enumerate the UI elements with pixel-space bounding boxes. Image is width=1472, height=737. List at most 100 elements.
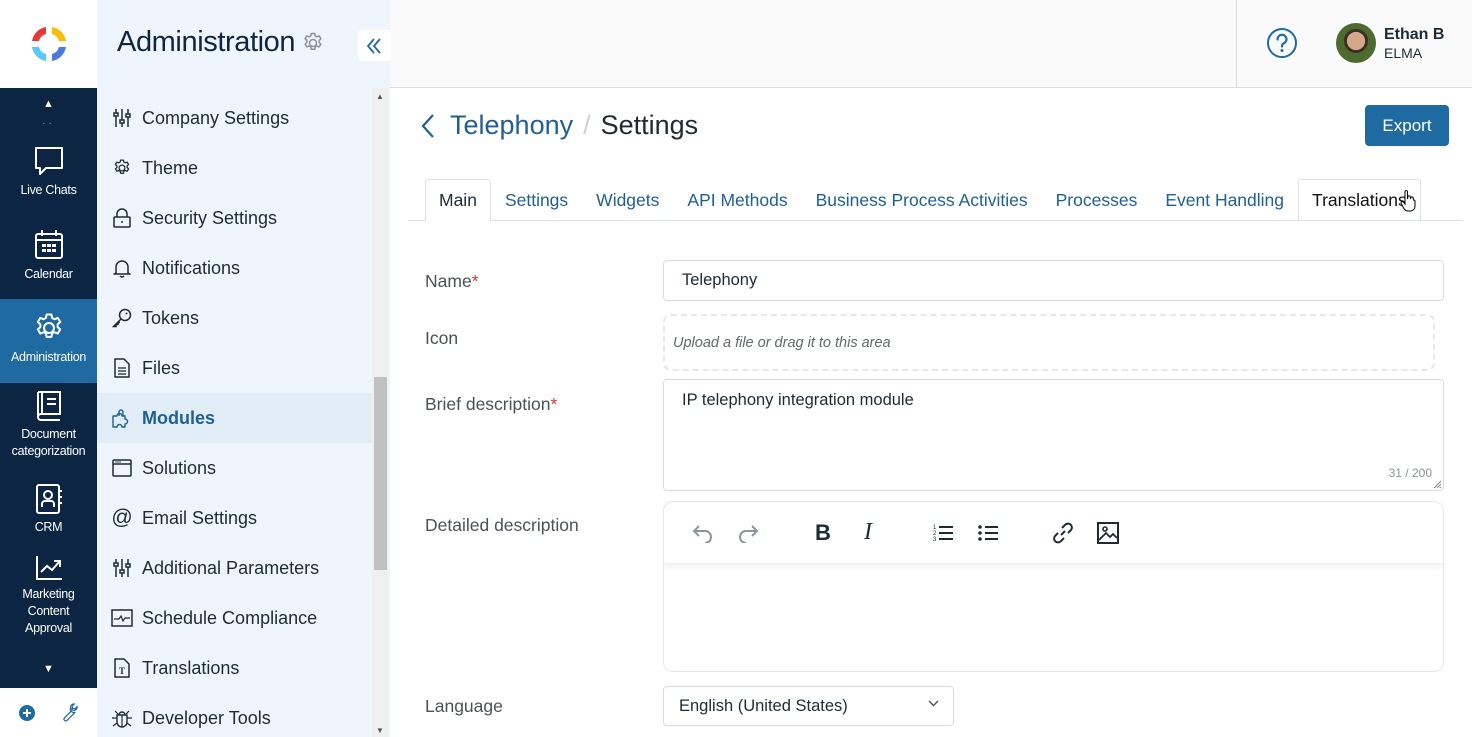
- nav-item-label: Calendar: [24, 267, 73, 281]
- tab-event-handling[interactable]: Event Handling: [1151, 179, 1298, 220]
- bold-button[interactable]: B: [806, 516, 840, 550]
- sidebar-item-developer-tools[interactable]: Developer Tools: [97, 693, 372, 737]
- puzzle-icon: [112, 409, 129, 428]
- sidebar-item-label: Additional Parameters: [142, 557, 320, 578]
- italic-icon: I: [864, 519, 872, 545]
- link-button[interactable]: [1046, 516, 1080, 550]
- breadcrumb-separator: /: [583, 110, 591, 140]
- at-sign-icon: @: [111, 506, 133, 529]
- sidebar-menu: Company Settings Theme Security Settings…: [97, 93, 372, 737]
- nav-item-document-categorization[interactable]: Document categorization: [0, 388, 97, 466]
- image-button[interactable]: [1091, 516, 1125, 550]
- character-counter: 31 / 200: [1388, 466, 1432, 480]
- sidebar-item-company-settings[interactable]: Company Settings: [97, 93, 372, 143]
- export-button[interactable]: Export: [1365, 105, 1449, 146]
- scroll-up-arrow[interactable]: ▲: [372, 92, 388, 101]
- nav-bottom-toolbar: [0, 688, 97, 737]
- sidebar-item-tokens[interactable]: Tokens: [97, 293, 372, 343]
- help-icon[interactable]: [1266, 27, 1298, 59]
- nav-item-administration[interactable]: Administration: [0, 299, 97, 383]
- add-circle-icon[interactable]: [18, 704, 36, 722]
- avatar: [1336, 23, 1376, 63]
- brief-label-text: Brief description: [425, 394, 551, 414]
- tab-api-methods[interactable]: API Methods: [673, 179, 801, 220]
- sidebar-item-label: Email Settings: [142, 507, 258, 528]
- logo[interactable]: [0, 0, 97, 88]
- collapse-sidebar-button[interactable]: [358, 30, 390, 61]
- tab-settings[interactable]: Settings: [491, 179, 582, 220]
- language-select[interactable]: English (United States): [663, 686, 954, 726]
- top-bar: Ethan B ELMA: [390, 0, 1472, 88]
- gear-icon[interactable]: [301, 31, 325, 55]
- icon-label: Icon: [425, 328, 459, 348]
- calendar-icon: [34, 230, 63, 259]
- tab-main[interactable]: Main: [425, 179, 491, 221]
- hand-cursor-icon: [1400, 190, 1416, 212]
- sidebar-item-email-settings[interactable]: @ Email Settings: [97, 493, 372, 543]
- nav-scroll-down[interactable]: ▼: [0, 663, 97, 675]
- redo-icon: [739, 524, 759, 543]
- lock-icon: [113, 208, 131, 228]
- required-mark: *: [550, 394, 558, 414]
- brief-description-value: IP telephony integration module: [682, 391, 914, 409]
- resize-handle-icon[interactable]: [1433, 480, 1442, 489]
- gear-icon: [114, 159, 130, 174]
- sidebar-item-additional-parameters[interactable]: Additional Parameters: [97, 543, 372, 593]
- svg-text:T: T: [119, 666, 125, 676]
- svg-text:3: 3: [933, 537, 937, 543]
- sidebar-item-label: Company Settings: [142, 107, 290, 128]
- user-org: ELMA: [1384, 44, 1423, 61]
- bullet-list-button[interactable]: [971, 516, 1005, 550]
- nav-item-marketing-content-approval[interactable]: Marketing Content Approval: [0, 554, 97, 644]
- chart-trend-icon: [35, 556, 62, 580]
- editor-toolbar: B I 123: [664, 502, 1443, 564]
- italic-button[interactable]: I: [851, 516, 885, 550]
- sidebar-header: Administration: [117, 26, 325, 59]
- nav-item-crm[interactable]: CRM: [0, 483, 97, 539]
- sidebar-item-label: Tokens: [142, 307, 200, 328]
- tab-business-process-activities[interactable]: Business Process Activities: [802, 179, 1042, 220]
- language-label: Language: [425, 696, 503, 716]
- scrollbar-thumb[interactable]: [374, 377, 387, 570]
- sidebar-scrollbar[interactable]: ▲ ▼: [372, 88, 388, 737]
- pulse-icon: [111, 609, 133, 627]
- sidebar-item-notifications[interactable]: Notifications: [97, 243, 372, 293]
- undo-button[interactable]: [686, 516, 720, 550]
- sliders-icon: [113, 559, 131, 577]
- breadcrumb-parent-link[interactable]: Telephony: [450, 110, 573, 141]
- bold-icon: B: [815, 519, 831, 545]
- brief-description-textarea[interactable]: IP telephony integration module 31 / 200: [663, 379, 1444, 491]
- sidebar-item-security-settings[interactable]: Security Settings: [97, 193, 372, 243]
- double-chevron-left-icon: [366, 37, 381, 54]
- language-select-value: English (United States): [679, 696, 848, 715]
- numbered-list-button[interactable]: 123: [926, 516, 960, 550]
- window-icon: [112, 459, 132, 477]
- nav-item-calendar[interactable]: Calendar: [0, 228, 97, 290]
- rich-text-editor[interactable]: B I 123: [663, 501, 1444, 672]
- nav-item-label: Administration: [11, 350, 86, 364]
- redo-button[interactable]: [731, 516, 765, 550]
- page-title: Settings: [600, 110, 699, 140]
- nav-item-live-chats[interactable]: Live Chats: [0, 144, 97, 206]
- tab-widgets[interactable]: Widgets: [582, 179, 673, 220]
- sidebar-item-translations[interactable]: T Translations: [97, 643, 372, 693]
- user-name: Ethan B: [1384, 25, 1445, 43]
- chevron-left-icon[interactable]: [418, 113, 438, 139]
- numbered-list-icon: 123: [933, 525, 953, 543]
- wrench-icon[interactable]: [57, 702, 79, 724]
- nav-scroll-up[interactable]: ▲: [0, 98, 97, 110]
- icon-upload-dropzone[interactable]: Upload a file or drag it to this area: [663, 314, 1435, 371]
- brief-description-label: Brief description*: [425, 394, 557, 415]
- user-menu[interactable]: Ethan B ELMA: [1336, 23, 1444, 63]
- sidebar-item-label: Files: [142, 357, 181, 378]
- name-input[interactable]: Telephony: [663, 260, 1444, 301]
- sidebar-item-schedule-compliance[interactable]: Schedule Compliance: [97, 593, 372, 643]
- tab-processes[interactable]: Processes: [1042, 179, 1152, 220]
- sidebar-item-files[interactable]: Files: [97, 343, 372, 393]
- sidebar-item-solutions[interactable]: Solutions: [97, 443, 372, 493]
- tab-bar: Main Settings Widgets API Methods Busine…: [408, 179, 1462, 221]
- image-icon: [1097, 521, 1119, 544]
- sidebar-item-theme[interactable]: Theme: [97, 143, 372, 193]
- sidebar-item-modules[interactable]: Modules: [97, 393, 372, 443]
- scroll-down-arrow[interactable]: ▼: [372, 726, 388, 735]
